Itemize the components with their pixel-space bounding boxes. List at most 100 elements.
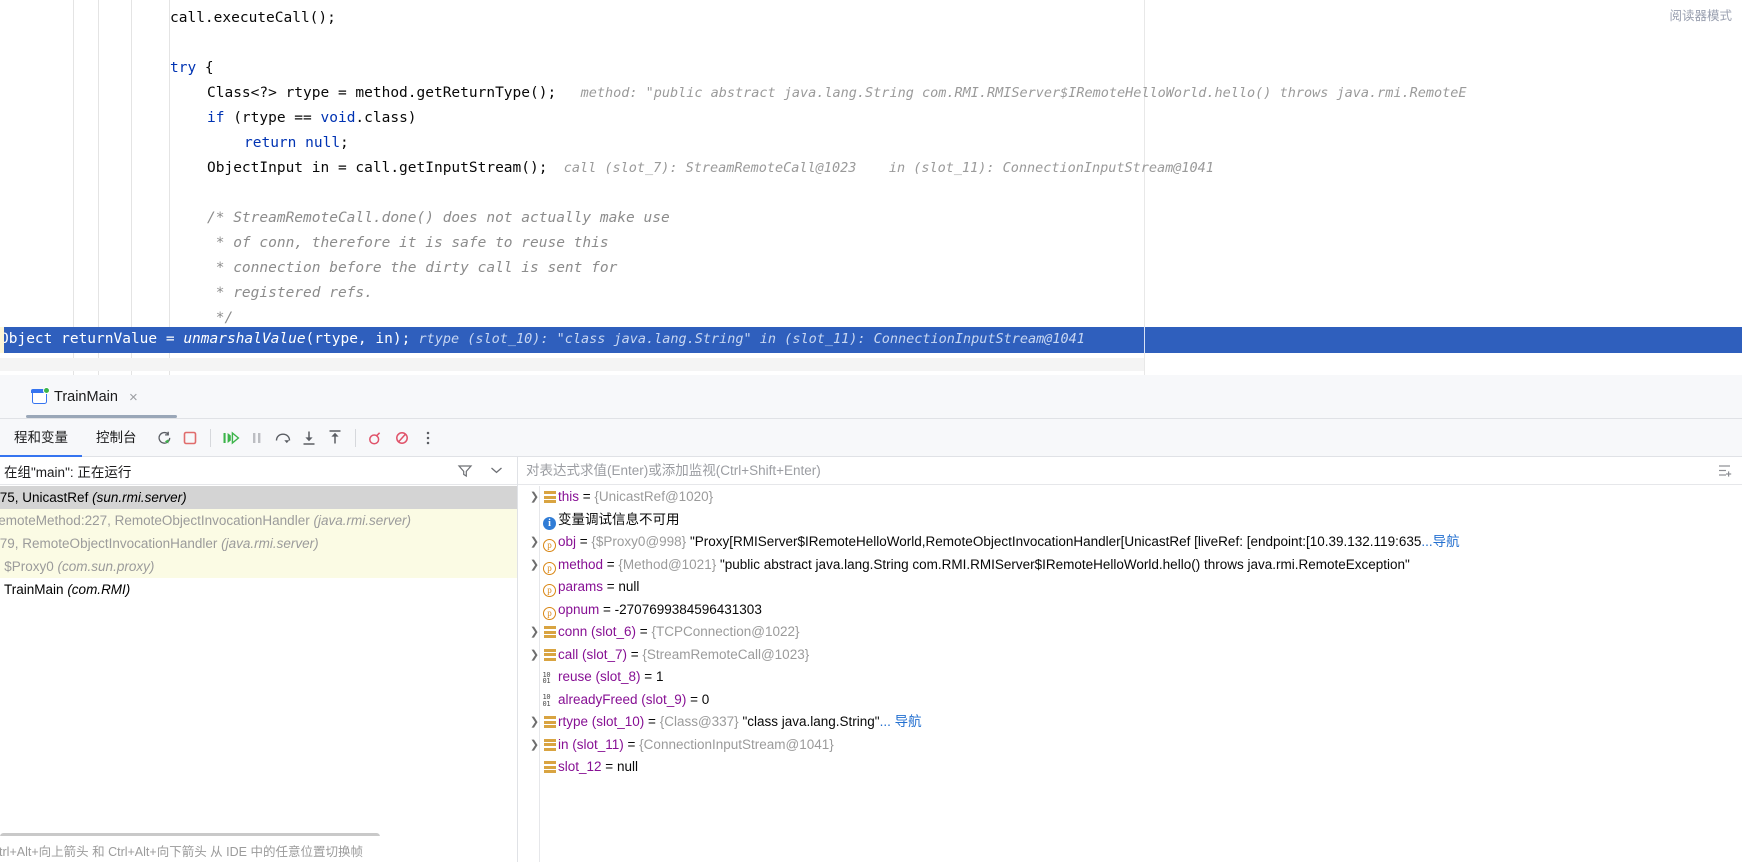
variable-row[interactable]: ❯1001reuse (slot_8) = 1 (518, 666, 1742, 689)
resume-program-button[interactable] (218, 425, 244, 451)
frame-method: voke:179, RemoteObjectInvocationHandler (0, 536, 218, 551)
add-watch-icon[interactable] (1706, 462, 1742, 479)
expand-chevron-icon[interactable]: ❯ (528, 621, 541, 644)
code-token: method: "public abstract java.lang.Strin… (556, 85, 1467, 101)
frames-hint-text: Ctrl+Alt+向上箭头 和 Ctrl+Alt+向下箭头 从 IDE 中的任意… (0, 845, 363, 859)
variable-row[interactable]: ❯1001alreadyFreed (slot_9) = 0 (518, 689, 1742, 712)
running-indicator-icon (43, 387, 50, 394)
code-line[interactable]: if (rtype == void.class) (0, 106, 1742, 131)
variable-row[interactable]: ❯ p method = {Method@1021} "public abstrac… (518, 554, 1742, 577)
step-out-button[interactable] (322, 425, 348, 451)
thread-selector[interactable]: main"@1 在组"main": 正在运行 (0, 457, 517, 485)
variable-equals: = (603, 556, 619, 572)
variable-row[interactable]: ❯pparams = null (518, 576, 1742, 599)
code-token: void (320, 110, 356, 126)
stop-button[interactable] (177, 425, 203, 451)
rerun-debug-button[interactable] (151, 425, 177, 451)
field-icon (541, 734, 558, 757)
field-icon (541, 621, 558, 644)
expand-chevron-icon[interactable]: ❯ (528, 644, 541, 667)
variable-name: this (558, 489, 580, 504)
expand-chevron-icon[interactable]: ❯ (528, 486, 541, 509)
frame-list-item[interactable]: ain:12, TrainMain (com.RMI) (0, 578, 517, 601)
run-configuration-icon (31, 387, 50, 404)
code-token: call.executeCall(); (170, 10, 336, 26)
frame-list-item[interactable]: vokeRemoteMethod:227, RemoteObjectInvoca… (0, 509, 517, 532)
variables-pane[interactable]: ❯ this = {UnicastRef@1020} >i变量调试信息不可用❯pob… (518, 457, 1742, 862)
variable-value: {$Proxy0@998} (591, 534, 687, 549)
variable-row[interactable]: ❯slot_12 = null (518, 756, 1742, 779)
navigate-link[interactable]: ...导航 (1421, 534, 1459, 549)
code-line[interactable]: * registered refs. (0, 281, 1742, 306)
code-token: call (slot_7): StreamRemoteCall@1023 in … (547, 160, 1214, 176)
step-over-button[interactable] (270, 425, 296, 451)
tab-frames-and-variables[interactable]: 程和变量 (0, 419, 82, 457)
editor-hscrollbar-track[interactable] (0, 358, 1144, 371)
frame-package: (java.rmi.server) (221, 536, 319, 551)
frame-package: (com.sun.proxy) (57, 559, 155, 574)
code-line[interactable]: ObjectInput in = call.getInputStream(); … (0, 156, 1742, 181)
navigate-link[interactable]: ... 导航 (880, 714, 922, 729)
code-editor[interactable]: call.executeCall(); try {Class<?> rtype =… (0, 0, 1742, 375)
field-icon (541, 711, 558, 734)
step-into-button[interactable] (296, 425, 322, 451)
variable-value: {StreamRemoteCall@1023} (642, 646, 810, 662)
variable-row[interactable]: ❯ rtype (slot_10) = {Class@337} "class ja… (518, 711, 1742, 734)
variable-info-row: >i变量调试信息不可用 (518, 509, 1742, 532)
mute-breakpoints-button[interactable] (389, 425, 415, 451)
info-icon: i (541, 509, 558, 532)
filter-icon[interactable] (457, 463, 473, 479)
variable-equals: = (623, 736, 640, 752)
code-line[interactable] (0, 181, 1742, 206)
variable-value-detail: "class java.lang.String" (738, 714, 880, 729)
tab-console[interactable]: 控制台 (82, 419, 151, 457)
variable-row[interactable]: ❯popnum = -2707699384596431303 (518, 599, 1742, 622)
reader-mode-label[interactable]: 阅读器模式 (1669, 5, 1732, 24)
expand-chevron-icon[interactable]: ❯ (528, 711, 541, 734)
expand-chevron-icon[interactable]: ❯ (528, 554, 541, 577)
frame-list-item[interactable]: voke:175, UnicastRef (sun.rmi.server) (0, 486, 517, 509)
code-line[interactable]: call.executeCall(); (0, 6, 1742, 31)
variable-name: opnum (558, 601, 600, 617)
code-token: try (170, 60, 197, 76)
code-line[interactable]: return null; (0, 131, 1742, 156)
debugger-toolbar[interactable]: 程和变量 控制台 (0, 419, 1742, 457)
evaluate-expression-bar[interactable] (518, 457, 1742, 485)
frames-list[interactable]: voke:175, UnicastRef (sun.rmi.server)vok… (0, 486, 517, 836)
pause-program-button[interactable] (244, 425, 270, 451)
variables-tree[interactable]: ❯ this = {UnicastRef@1020} >i变量调试信息不可用❯pob… (518, 486, 1742, 862)
code-line[interactable]: /* StreamRemoteCall.done() does not actu… (0, 206, 1742, 231)
frame-label: voke:175, UnicastRef (sun.rmi.server) (0, 486, 187, 509)
toolbar-separator-2 (354, 428, 356, 447)
code-token: .class) (355, 110, 417, 126)
parameter-icon: p (541, 576, 558, 599)
more-options-button[interactable] (415, 425, 441, 451)
variable-row[interactable]: ❯ this = {UnicastRef@1020} (518, 486, 1742, 509)
expand-chevron-icon[interactable]: ❯ (528, 531, 541, 554)
close-icon[interactable]: × (125, 390, 138, 405)
code-line[interactable]: * connection before the dirty call is se… (0, 256, 1742, 281)
variable-value: {UnicastRef@1020} (594, 489, 714, 504)
frame-list-item[interactable]: voke:179, RemoteObjectInvocationHandler … (0, 532, 517, 555)
variable-name: alreadyFreed (slot_9) (558, 691, 687, 707)
code-line[interactable] (0, 31, 1742, 56)
code-line[interactable]: * of conn, therefore it is safe to reuse… (0, 231, 1742, 256)
variable-row[interactable]: ❯ conn (slot_6) = {TCPConnection@1022} (518, 621, 1742, 644)
chevron-down-icon[interactable] (490, 466, 503, 475)
variable-row[interactable]: ❯ in (slot_11) = {ConnectionInputStream@1… (518, 734, 1742, 757)
code-line[interactable]: try { (0, 56, 1742, 81)
variable-row[interactable]: ❯ call (slot_7) = {StreamRemoteCall@1023} (518, 644, 1742, 667)
evaluate-expression-input[interactable] (518, 463, 1706, 478)
frames-pane[interactable]: main"@1 在组"main": 正在运行 voke:175, Unicast… (0, 457, 517, 862)
current-execution-line[interactable]: Object returnValue = unmarshalValue(rtyp… (0, 327, 1742, 353)
expand-chevron-icon[interactable]: ❯ (528, 734, 541, 757)
ide-window: call.executeCall(); try {Class<?> rtype =… (0, 0, 1742, 862)
variable-row[interactable]: ❯ p obj = {$Proxy0@998} "Proxy[RMIServer$I… (518, 531, 1742, 554)
code-token: if (207, 110, 225, 126)
view-breakpoints-button[interactable] (363, 425, 389, 451)
frame-list-item[interactable]: ello:-1, $Proxy0 (com.sun.proxy) (0, 555, 517, 578)
frame-method: voke:175, UnicastRef (0, 490, 89, 505)
variable-value: null (616, 759, 638, 774)
code-line[interactable]: Class<?> rtype = method.getReturnType();… (0, 81, 1742, 106)
tab-trainmain[interactable]: TrainMain × (26, 375, 144, 419)
